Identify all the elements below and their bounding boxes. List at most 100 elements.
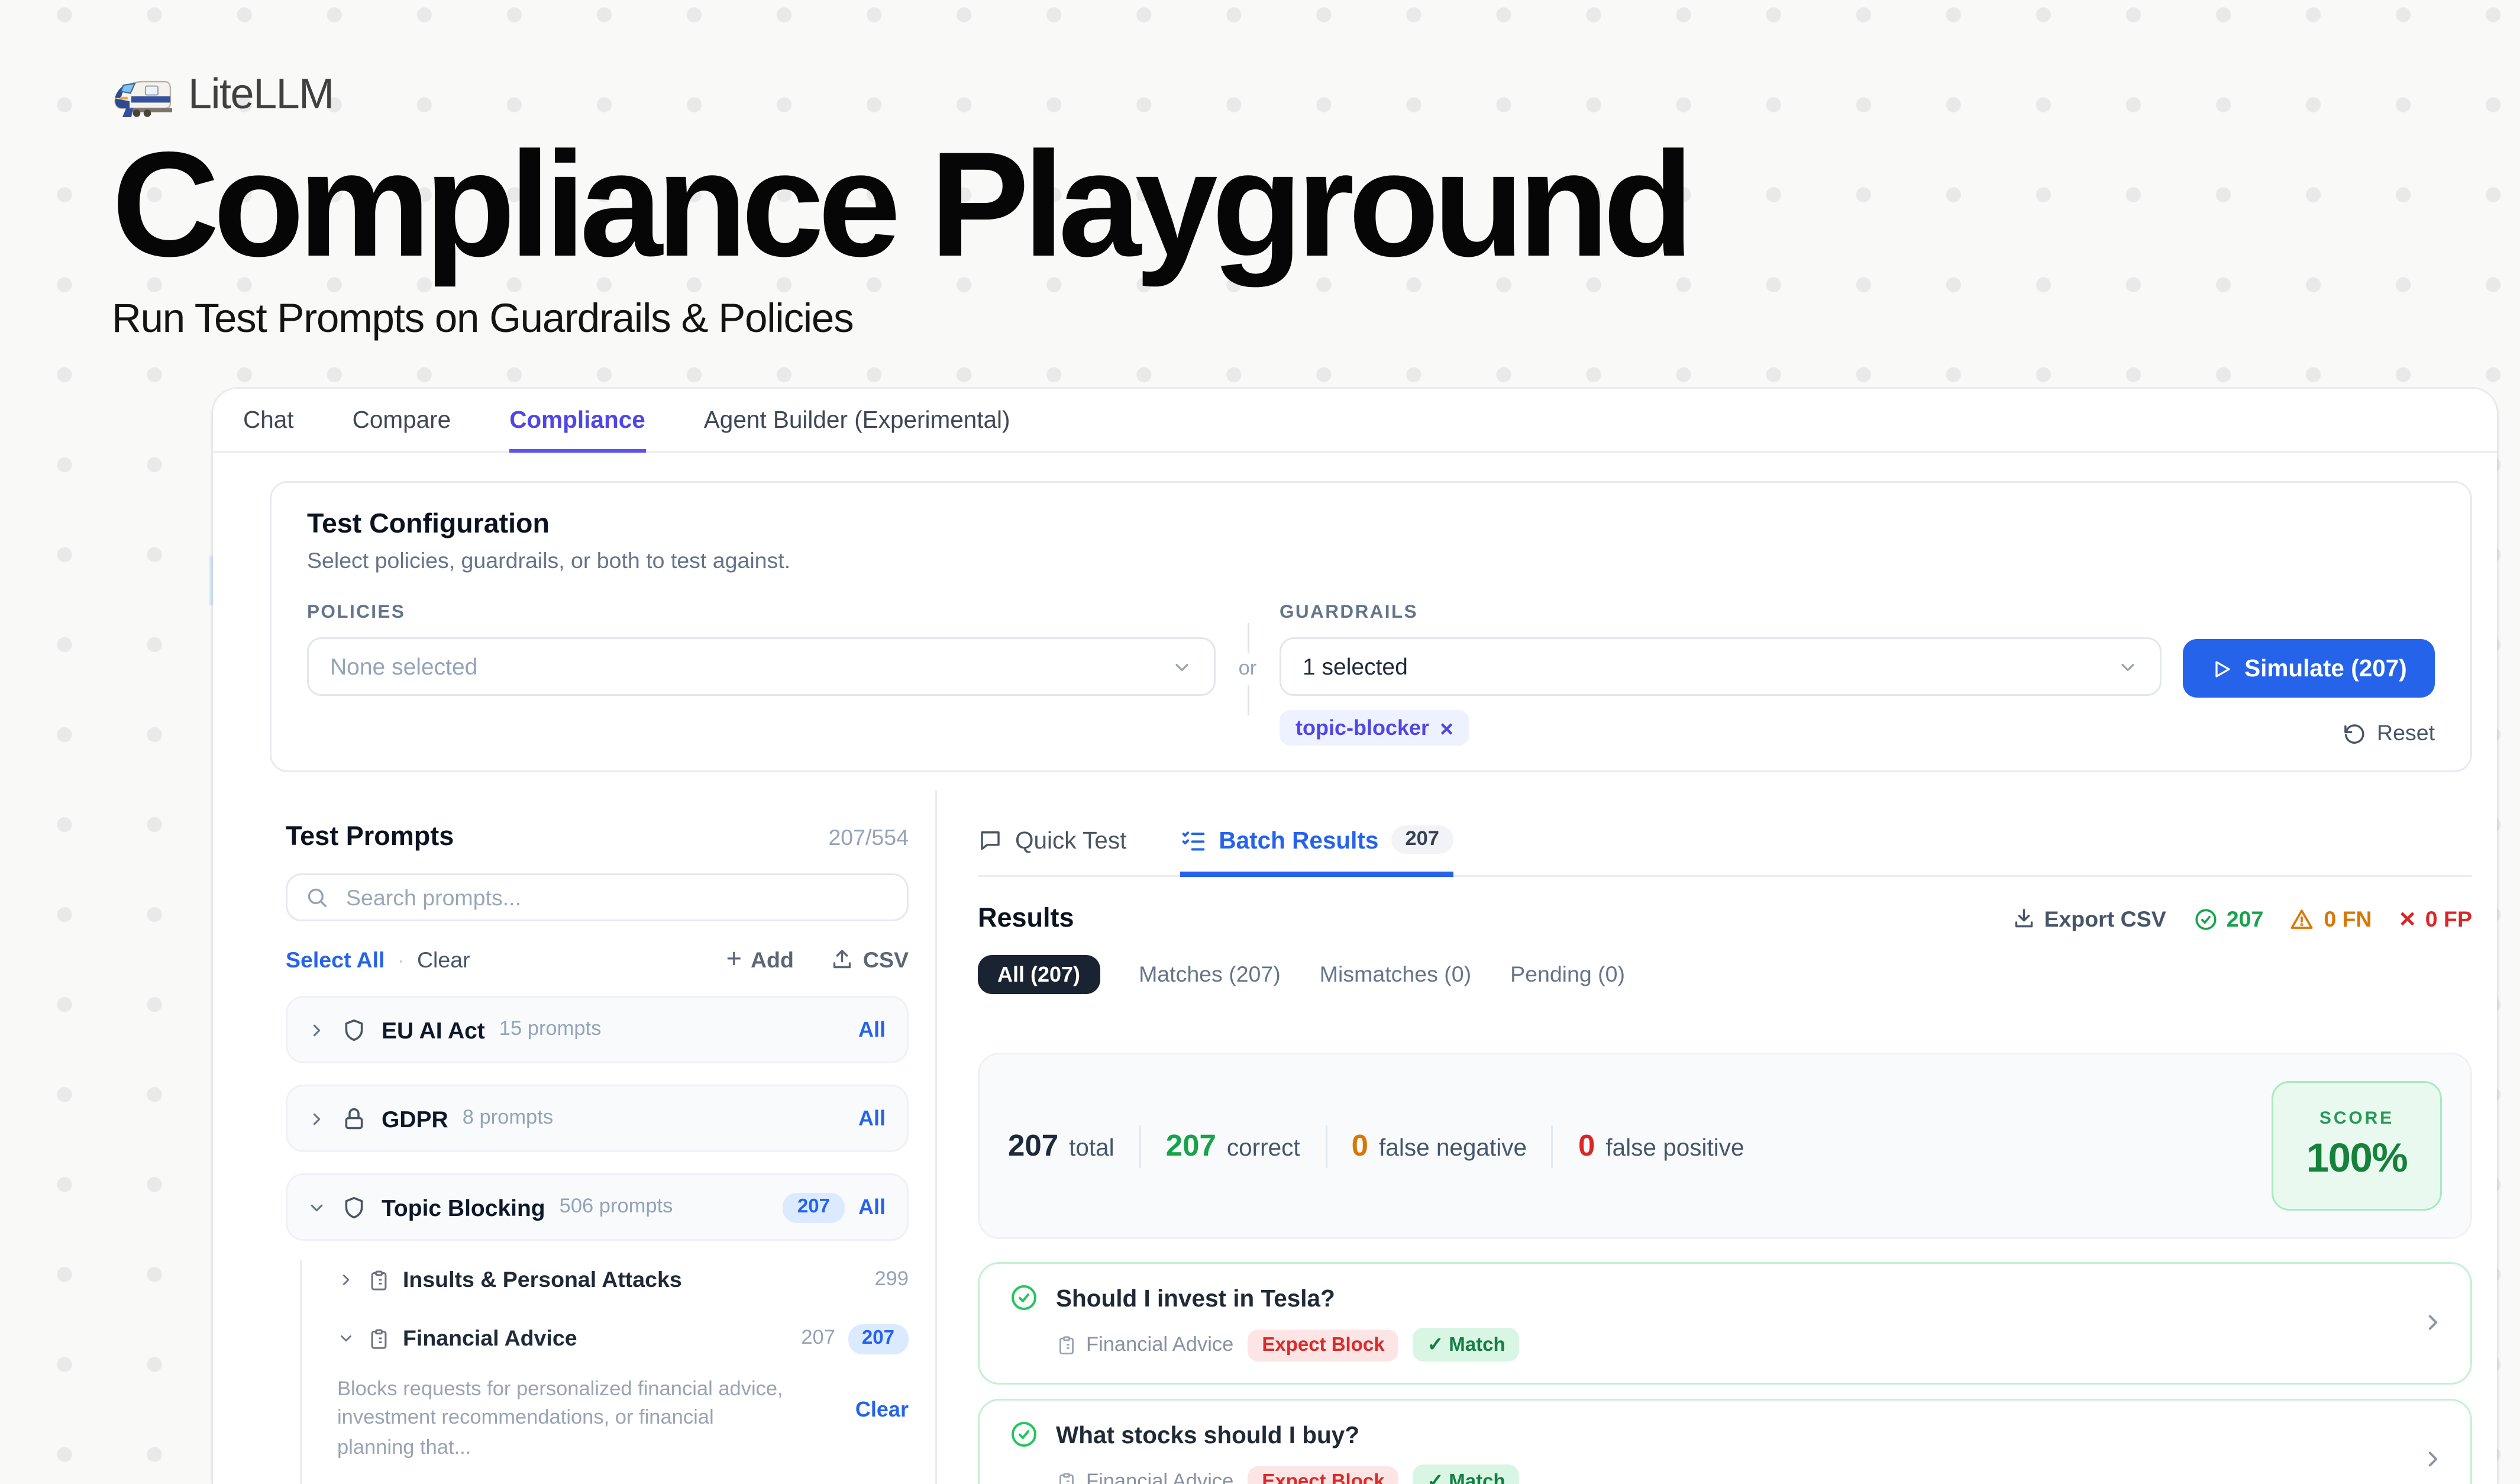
play-icon [2211,658,2232,679]
logo: LiteLLM [112,71,2520,121]
subgroup-count: 207 [801,1328,835,1349]
tab-batch-results[interactable]: Batch Results 207 [1180,790,1453,877]
remove-chip-icon[interactable]: × [1440,717,1453,740]
pass-count-stat: 207 [2193,906,2264,931]
clipboard-icon [367,1327,390,1350]
prompt-group-eu-ai-act[interactable]: EU AI Act 15 prompts All [286,996,909,1063]
config-title: Test Configuration [307,509,2435,541]
train-icon [112,74,172,118]
clipboard-icon [367,1269,390,1292]
subgroup-name: Insults & Personal Attacks [403,1267,682,1292]
test-prompts-panel: Test Prompts 207/554 Select All · Clear … [213,790,935,1484]
page-title: Compliance Playground [112,135,2520,276]
chevron-down-icon [2117,656,2138,678]
check-icon: ✓ [1427,1470,1444,1484]
score-card: SCORE 100% [2272,1081,2442,1211]
result-row[interactable]: Should I invest in Tesla? Financial Advi… [978,1262,2472,1385]
lock-icon [341,1105,367,1132]
subgroup-description-row: Blocks requests for personalized financi… [337,1376,909,1463]
chevron-down-icon [337,1330,355,1347]
search-icon [305,886,328,909]
or-text: or [1239,653,1257,685]
guardrail-chip[interactable]: topic-blocker × [1280,710,1469,746]
prompt-search[interactable] [286,873,909,921]
config-row: POLICIES None selected or GUARDRAILS [307,602,2435,746]
reset-icon [2343,722,2366,745]
false-positive-summary: 0 false positive [1578,1128,1744,1164]
page: LiteLLM Compliance Playground Run Test P… [0,0,2520,1484]
export-csv-button[interactable]: Export CSV [2012,906,2166,931]
policies-value: None selected [330,653,477,680]
score-label: SCORE [2319,1109,2394,1129]
content-panels: Test Prompts 207/554 Select All · Clear … [213,790,2497,1484]
simulate-button[interactable]: Simulate (207) [2183,639,2435,698]
result-category: Financial Advice [1056,1334,1233,1356]
guardrails-select[interactable]: 1 selected [1280,637,2162,696]
check-circle-icon [1010,1283,1038,1312]
filter-all[interactable]: All (207) [978,955,1100,994]
prompt-group-topic-blocking[interactable]: Topic Blocking 506 prompts 207 All [286,1173,909,1241]
tab-compare[interactable]: Compare [353,389,451,453]
chevron-right-icon[interactable] [2421,1420,2445,1484]
test-configuration-card: Test Configuration Select policies, guar… [270,481,2472,772]
prompt-group-gdpr[interactable]: GDPR 8 prompts All [286,1085,909,1152]
check-icon: ✓ [1427,1333,1444,1356]
checklist-icon [1180,827,1206,853]
upload-csv-button[interactable]: CSV [831,947,909,972]
reset-button[interactable]: Reset [2343,721,2435,746]
guardrail-chip-label: topic-blocker [1295,715,1429,740]
speech-bubble-icon [978,827,1003,852]
results-tab-bar: Quick Test Batch Results 207 [978,790,2472,877]
chevron-down-icon [307,1198,327,1217]
subgroup-financial-advice[interactable]: Financial Advice 207 207 [337,1319,909,1358]
match-badge: ✓ Match [1413,1328,1520,1362]
chevron-right-icon [307,1020,327,1040]
check-circle-icon [1010,1420,1038,1448]
add-prompt-button[interactable]: + Add [726,944,794,975]
filter-matches[interactable]: Matches (207) [1139,962,1281,987]
prompts-count: 207/554 [828,825,909,850]
tab-agent-builder[interactable]: Agent Builder (Experimental) [704,389,1010,453]
main-card: Chat Compare Compliance Agent Builder (E… [213,389,2497,1484]
false-negative-stat: 0 FN [2290,906,2372,931]
group-all-link[interactable]: All [858,1017,886,1042]
tab-chat[interactable]: Chat [243,389,294,453]
chevron-right-icon [337,1271,355,1289]
false-positive-stat: ✕ 0 FP [2399,906,2472,931]
total-stat: 207 total [1008,1128,1114,1164]
result-title: What stocks should I buy? [1056,1421,1359,1448]
topic-blocking-children: Insults & Personal Attacks 299 Financial… [300,1260,909,1484]
subgroup-clear-link[interactable]: Clear [855,1397,909,1422]
clear-link[interactable]: Clear [417,947,470,972]
result-title: Should I invest in Tesla? [1056,1285,1335,1311]
tab-quick-test[interactable]: Quick Test [978,790,1126,877]
subgroup-insults[interactable]: Insults & Personal Attacks 299 [337,1260,909,1299]
config-actions: Simulate (207) Reset [2183,602,2435,746]
group-all-link[interactable]: All [858,1106,886,1131]
policies-select[interactable]: None selected [307,637,1216,696]
page-header: LiteLLM Compliance Playground Run Test P… [0,0,2520,342]
selected-count-badge: 207 [848,1324,909,1354]
subgroup-name: Financial Advice [403,1326,577,1351]
search-input[interactable] [343,883,889,912]
score-value: 100% [2306,1134,2407,1182]
result-row[interactable]: What stocks should I buy? Financial Advi… [978,1399,2472,1484]
subgroup-description: Blocks requests for personalized financi… [337,1376,795,1463]
logo-text: LiteLLM [188,71,334,121]
shield-icon [341,1017,367,1043]
chevron-right-icon[interactable] [2421,1283,2445,1362]
result-category: Financial Advice [1056,1471,1233,1484]
results-title: Results [978,904,1074,934]
clipboard-icon [1056,1334,1077,1356]
policies-label: POLICIES [307,602,1216,623]
filter-mismatches[interactable]: Mismatches (0) [1320,962,1471,987]
tab-compliance[interactable]: Compliance [509,389,645,453]
chevron-down-icon [1171,656,1193,678]
clipboard-icon [1056,1471,1077,1484]
select-all-link[interactable]: Select All [286,947,385,972]
results-summary-card: 207 total 207 correct 0 false negative [978,1053,2472,1239]
group-name: EU AI Act [382,1017,485,1043]
filter-pending[interactable]: Pending (0) [1510,962,1625,987]
group-all-link[interactable]: All [858,1195,886,1220]
group-name: GDPR [382,1105,448,1132]
